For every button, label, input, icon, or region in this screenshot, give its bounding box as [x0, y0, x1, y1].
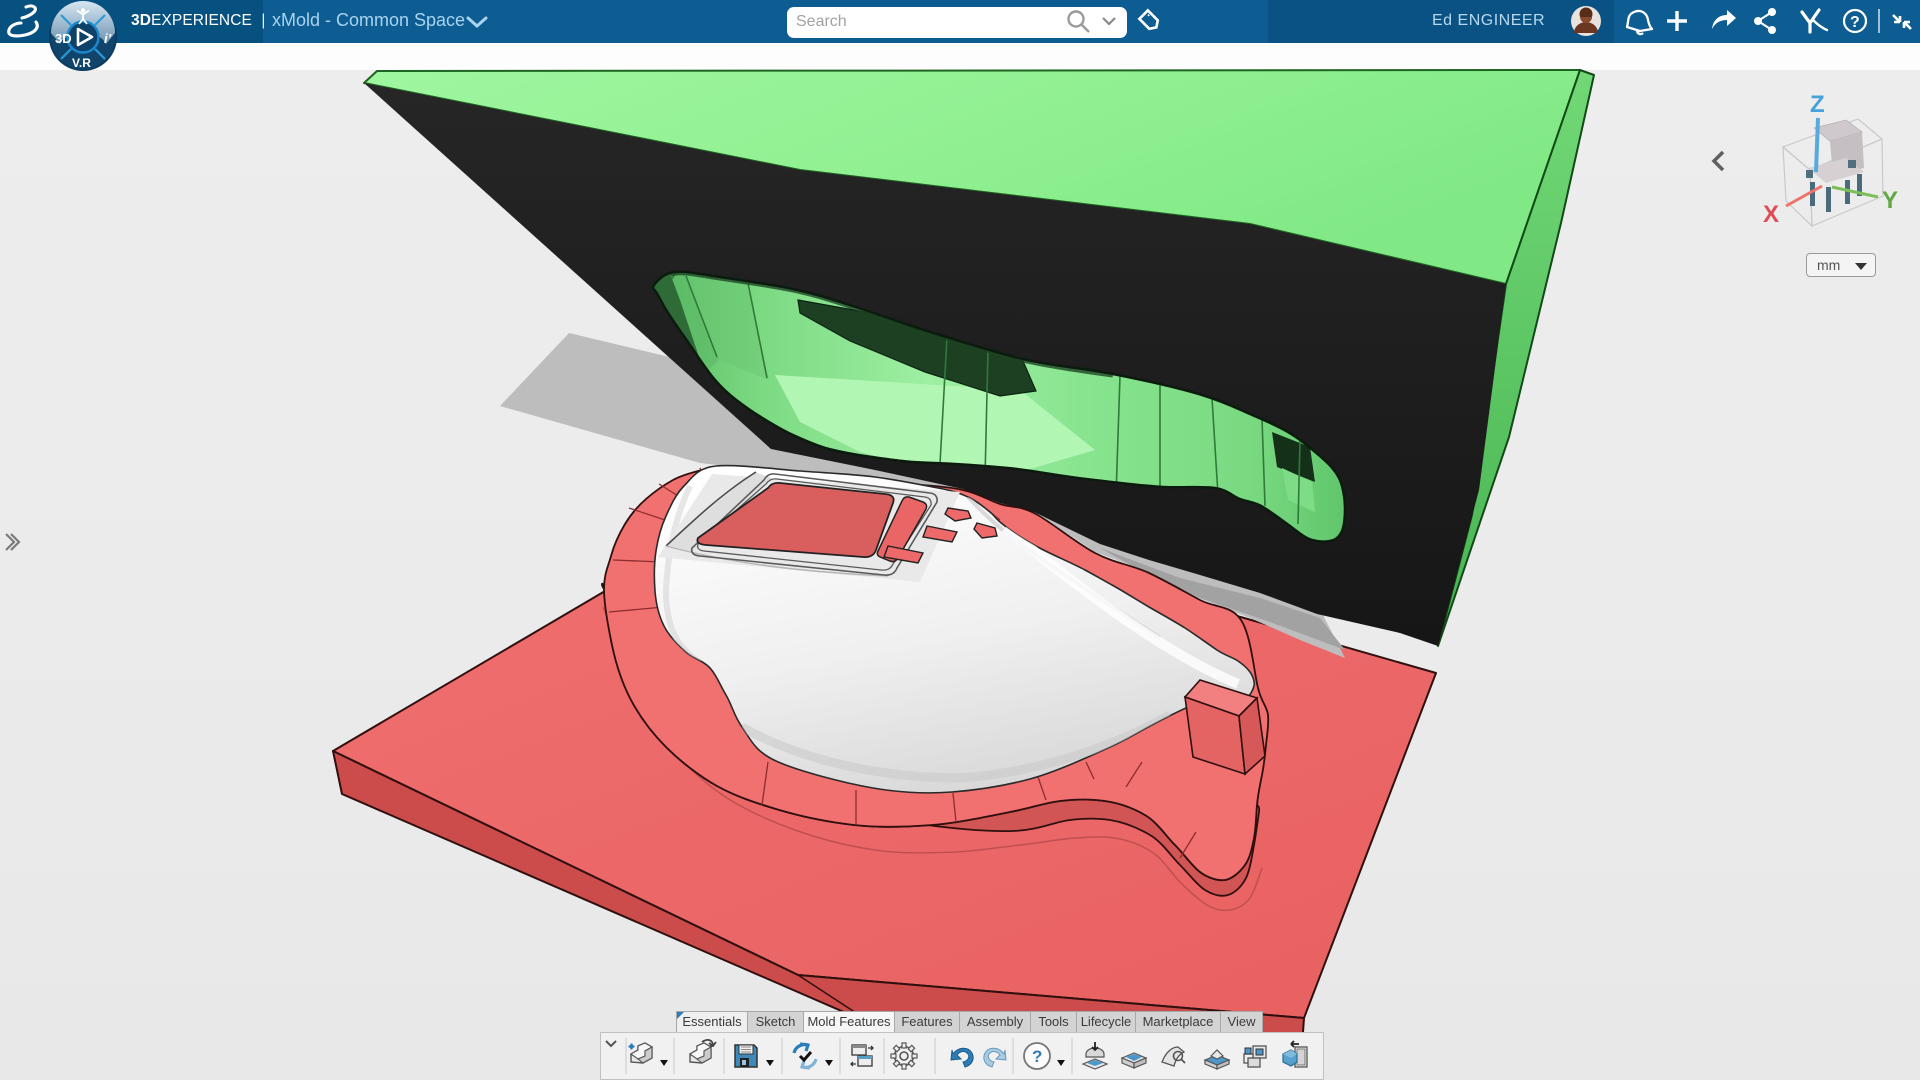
svg-text:?: ?: [1850, 14, 1860, 31]
svg-text:3D: 3D: [55, 31, 72, 46]
svg-text:Z: Z: [1810, 91, 1825, 118]
svg-text:i’: i’: [104, 31, 112, 46]
svg-text:V.R: V.R: [72, 56, 91, 70]
svg-text:X: X: [1763, 201, 1779, 228]
svg-text:Y: Y: [1882, 187, 1898, 214]
